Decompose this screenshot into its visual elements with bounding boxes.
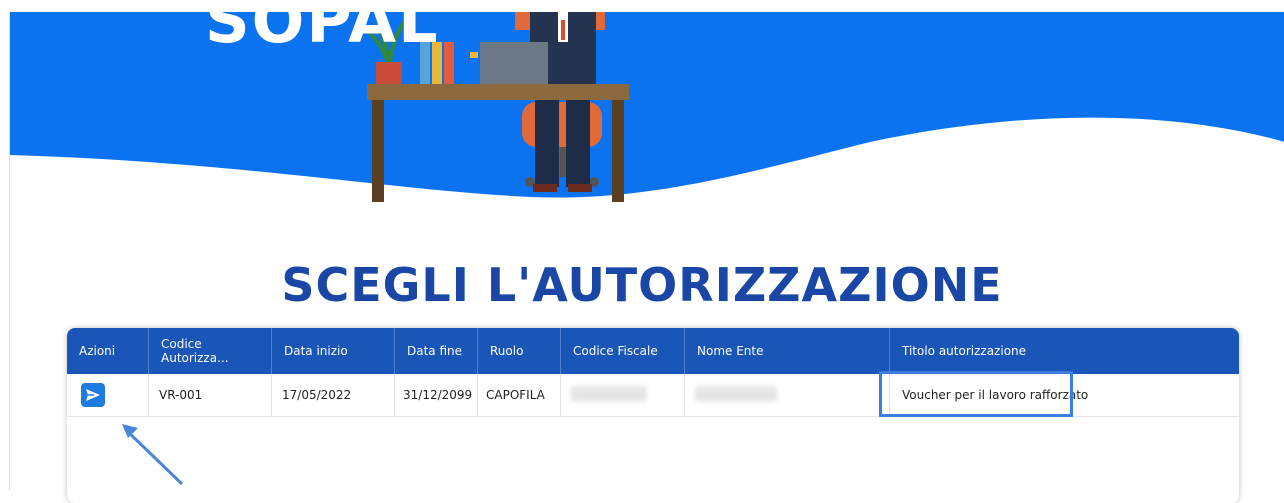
titolo-highlight-box	[879, 371, 1073, 417]
cell-data-fine: 31/12/2099	[394, 374, 478, 417]
cell-azioni	[67, 374, 149, 417]
brand-logo-text: SOPAL	[205, 12, 440, 57]
redacted-nome-ente	[695, 385, 777, 402]
cell-codice: VR-001	[148, 374, 272, 417]
page-title: SCEGLI L'AUTORIZZAZIONE	[281, 258, 1003, 312]
redacted-codice-fiscale	[571, 385, 647, 402]
select-authorization-button[interactable]	[81, 382, 105, 407]
col-codice-fiscale[interactable]: Codice Fiscale	[560, 328, 685, 374]
col-ruolo[interactable]: Ruolo	[477, 328, 561, 374]
cell-codice-fiscale	[560, 374, 685, 417]
send-icon	[86, 388, 100, 401]
col-codice-autorizzazione[interactable]: Codice Autorizza...	[148, 328, 272, 374]
hero-banner	[10, 12, 1284, 202]
table-header-row: Azioni Codice Autorizza... Data inizio D…	[67, 328, 1239, 374]
col-nome-ente[interactable]: Nome Ente	[684, 328, 890, 374]
cell-ruolo: CAPOFILA	[477, 374, 561, 417]
pointer-arrow-icon	[122, 424, 184, 486]
col-data-inizio[interactable]: Data inizio	[271, 328, 395, 374]
col-titolo-autorizzazione[interactable]: Titolo autorizzazione	[889, 328, 1239, 374]
col-data-fine[interactable]: Data fine	[394, 328, 478, 374]
cell-nome-ente	[684, 374, 890, 417]
col-azioni[interactable]: Azioni	[67, 328, 149, 374]
cell-data-inizio: 17/05/2022	[271, 374, 395, 417]
